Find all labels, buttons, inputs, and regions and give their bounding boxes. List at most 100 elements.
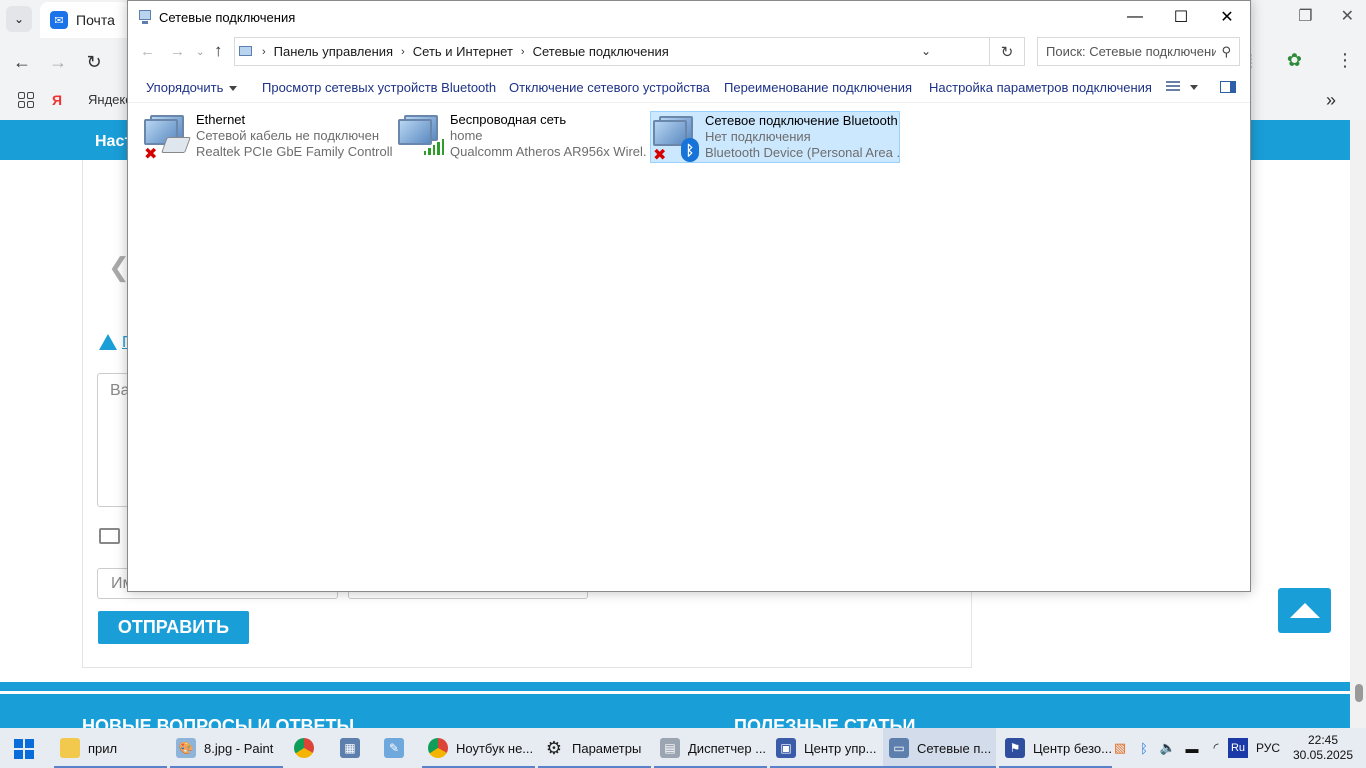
chevron-down-icon[interactable]: ⌄ [921,44,931,58]
back-arrow-icon[interactable]: ← [140,43,155,60]
taskbar-label: Сетевые п... [917,740,992,756]
breadcrumb-separator[interactable]: › [401,46,405,58]
window-controls: — ☐ ✕ [1112,1,1250,33]
bluetooth-icon: ᛒ ✖ [651,112,703,164]
control-center-icon: ▣ [776,738,796,758]
browser-close-icon[interactable]: ✕ [1341,6,1354,26]
disconnected-x-icon: ✖ [144,146,158,163]
up-arrow-icon[interactable]: ↑ [214,41,223,61]
connection-item-wireless[interactable]: Беспроводная сеть home Qualcomm Atheros … [396,111,646,163]
view-dropdown-icon[interactable] [1190,85,1198,90]
image-upload-icon[interactable] [99,528,120,544]
taskbar-item-control-center[interactable]: ▣ Центр упр... [770,728,883,768]
chrome-icon [428,738,448,758]
volume-icon[interactable]: 🔈 [1156,728,1180,768]
language-badge[interactable]: Ru [1227,738,1248,758]
connection-status: Нет подключения [705,129,811,144]
browser-reload-button[interactable]: ↻ [82,50,106,74]
breadcrumb-control-panel[interactable]: Панель управления [274,44,393,59]
page-scrollbar[interactable] [1350,120,1366,728]
address-bar-row: ← → ⌄ ↑ › Панель управления › Сеть и Инт… [128,35,1250,69]
taskbar-item-chrome-window[interactable]: Ноутбук не... [422,728,535,768]
recent-locations-icon[interactable]: ⌄ [196,47,204,58]
bluetooth-devices-button[interactable]: Просмотр сетевых устройств Bluetooth [262,80,496,95]
taskbar-item-network-connections[interactable]: ▭ Сетевые п... [883,728,996,768]
connection-device: Qualcomm Atheros AR956x Wirel... [450,144,646,159]
disable-device-button[interactable]: Отключение сетевого устройства [509,80,710,95]
tray-app-icon[interactable]: ▧ [1108,728,1132,768]
taskbar-label: прил [88,740,118,756]
wifi-tray-icon[interactable]: ◜ [1204,728,1228,768]
taskbar-item-paint[interactable]: 🎨 8.jpg - Paint [170,728,283,768]
search-box[interactable]: ⚲ [1037,37,1240,66]
browser-back-button[interactable]: ← [10,50,34,74]
gear-icon: ⚙ [545,737,563,758]
refresh-button[interactable]: ↻ [990,37,1025,66]
taskbar-label: 8.jpg - Paint [204,740,274,756]
paint-icon: 🎨 [176,738,196,758]
taskbar-item-device-manager[interactable]: ▤ Диспетчер ... [654,728,767,768]
scrollbar-thumb[interactable] [1355,684,1363,702]
view-options-icon[interactable] [1166,81,1180,93]
taskbar-label: Центр упр... [804,740,877,756]
caret-down-icon [229,86,238,92]
security-center-icon: ⚑ [1005,738,1025,758]
taskbar-label: Параметры [572,740,642,756]
preview-pane-icon[interactable] [1220,81,1236,93]
breadcrumb-network-connections[interactable]: Сетевые подключения [533,44,669,59]
bookmark-yandex[interactable]: Яндекс [88,92,132,107]
taskbar-item-folder[interactable]: прил [54,728,167,768]
mail-icon: ✉ [50,11,68,29]
yandex-logo-icon: Я [52,92,63,108]
disconnected-x-icon: ✖ [653,147,667,164]
search-icon: ⚲ [1221,44,1231,59]
tab-title: Почта [76,12,115,28]
clock-time: 22:45 [1307,733,1339,747]
taskbar-item-calculator[interactable]: ▦ [334,728,372,768]
start-button[interactable] [14,739,34,759]
scroll-to-top-button[interactable] [1278,588,1331,633]
taskbar-label: Ноутбук не... [456,740,534,756]
connection-item-ethernet[interactable]: ✖ Ethernet Сетевой кабель не подключен R… [142,111,392,163]
device-manager-icon: ▤ [660,738,680,758]
calculator-icon: ▦ [340,738,360,758]
close-button[interactable]: ✕ [1204,1,1250,33]
send-button[interactable]: ОТПРАВИТЬ [98,611,249,644]
maximize-button[interactable]: ☐ [1158,1,1204,33]
taskbar-item-notepad[interactable]: ✎ [378,728,416,768]
connection-item-bluetooth[interactable]: ᛒ ✖ Сетевое подключение Bluetooth 3 Нет … [650,111,900,164]
breadcrumb-network-internet[interactable]: Сеть и Интернет [413,44,513,59]
breadcrumb-separator[interactable]: › [521,46,525,58]
battery-icon[interactable]: ▬ [1180,728,1204,768]
browser-tab[interactable]: ✉ Почта [40,2,130,38]
network-connections-icon: ▭ [889,738,909,758]
search-input[interactable] [1046,44,1216,59]
organize-button[interactable]: Упорядочить [146,80,238,95]
language-indicator[interactable]: РУС [1256,741,1280,755]
forward-arrow-icon[interactable]: → [170,43,185,60]
browser-restore-icon[interactable]: ❐ [1298,6,1312,26]
rename-connection-button[interactable]: Переименование подключения [724,80,912,95]
profile-icon[interactable]: ✿ [1287,50,1302,71]
browser-forward-button[interactable]: → [46,50,70,74]
taskbar-item-chrome[interactable] [288,728,326,768]
bluetooth-tray-icon[interactable]: ᛒ [1132,728,1156,768]
address-box[interactable]: › Панель управления › Сеть и Интернет › … [234,37,990,66]
taskbar-item-settings[interactable]: ⚙ Параметры [538,728,651,768]
browser-menu-icon[interactable]: ⋮ [1336,50,1354,71]
connection-device: Bluetooth Device (Personal Area ... [705,145,899,160]
ethernet-icon: ✖ [142,111,194,163]
window-titlebar[interactable]: Сетевые подключения — ☐ ✕ [128,1,1250,33]
taskbar: прил 🎨 8.jpg - Paint ▦ ✎ Ноутбук не... ⚙… [0,728,1366,768]
connection-name: Ethernet [196,112,246,127]
tab-list-button[interactable]: ⌄ [6,6,32,32]
control-panel-icon [238,44,254,60]
clock[interactable]: 22:45 30.05.2025 [1290,733,1356,763]
signal-strength-icon [424,139,445,155]
apps-grid-icon[interactable] [18,92,34,108]
system-tray: ▧ ᛒ 🔈 ▬ ◜ Ru РУС 22:45 30.05.2025 [1108,728,1366,768]
taskbar-item-security-center[interactable]: ⚑ Центр безо... [999,728,1112,768]
minimize-button[interactable]: — [1112,1,1158,33]
connection-settings-button[interactable]: Настройка параметров подключения [929,80,1152,95]
bookmarks-more-icon[interactable]: » [1326,90,1336,111]
